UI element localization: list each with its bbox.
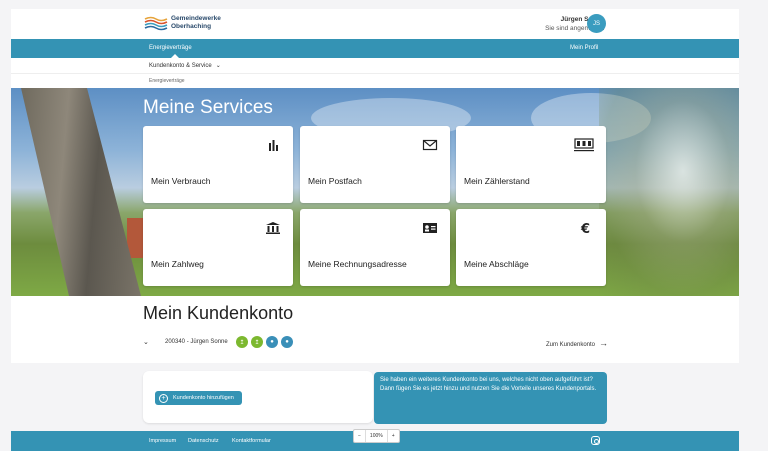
electricity-icon: ↥ [236,336,248,348]
nav-item-energievertraege[interactable]: Energieverträge [149,45,192,51]
bank-icon [266,222,280,234]
service-dropdown[interactable]: Kundenkonto & Service ⌄ [149,62,221,69]
zoom-control: − 100% + [353,429,400,443]
breadcrumb: Energieverträge [11,73,739,88]
go-to-account-label: Zum Kundenkonto [545,342,595,348]
account-section: Mein Kundenkonto ⌄ 200340 - Jürgen Sonne… [11,296,739,363]
water-drop-icon: ● [266,336,278,348]
account-row[interactable]: ⌄ 200340 - Jürgen Sonne ↥ ↥ ● ● Zum Kund… [143,336,608,350]
service-dropdown-label: Kundenkonto & Service [149,63,212,69]
service-card-label: Mein Zahlweg [151,259,204,269]
services-title: Meine Services [143,97,273,118]
add-account-button[interactable]: + Kundenkonto hinzufügen [155,391,242,405]
instagram-icon[interactable] [591,436,600,445]
zoom-out-button[interactable]: − [354,430,366,442]
electricity-icon: ↥ [251,336,263,348]
account-entry: 200340 - Jürgen Sonne [165,339,228,345]
sub-nav: Kundenkonto & Service ⌄ [11,58,739,73]
add-account-section: + Kundenkonto hinzufügen Sie haben ein w… [11,363,739,431]
bar-chart-icon [269,140,278,151]
brand-line-2: Oberhaching [171,23,212,30]
utility-icons: ↥ ↥ ● ● [236,336,293,348]
service-card-abschlaege[interactable]: € Meine Abschläge [456,209,606,286]
service-card-label: Mein Postfach [308,176,362,186]
mail-icon [422,139,438,151]
avatar[interactable]: JS [587,14,606,33]
service-card-postfach[interactable]: Mein Postfach [300,126,450,203]
nav-item-profile[interactable]: Mein Profil [570,45,598,51]
account-title: Mein Kundenkonto [143,303,294,323]
footer-link-impressum[interactable]: Impressum [149,438,176,444]
arrow-right-icon: → [599,338,608,348]
service-card-label: Meine Rechnungsadresse [308,259,407,269]
service-card-zahlweg[interactable]: Mein Zahlweg [143,209,293,286]
service-card-label: Mein Zählerstand [464,176,530,186]
meter-icon [574,138,594,152]
go-to-account-link[interactable]: Zum Kundenkonto → [546,338,608,348]
plus-icon: + [159,393,168,403]
service-card-label: Mein Verbrauch [151,176,211,186]
footer-link-kontaktformular[interactable]: Kontaktformular [232,438,271,444]
services-hero: Meine Services Mein Verbrauch Mein Postf… [11,88,739,296]
header: Gemeindewerke Oberhaching Jürgen Sonne S… [11,9,739,39]
background-tree-trunk [21,88,141,296]
background-trees [599,88,739,296]
chevron-down-icon[interactable]: ⌄ [143,338,149,346]
service-card-label: Meine Abschläge [464,259,529,269]
chevron-down-icon: ⌄ [215,63,221,69]
zoom-in-button[interactable]: + [386,430,399,442]
main-nav: Energieverträge Mein Profil [11,39,739,58]
service-card-verbrauch[interactable]: Mein Verbrauch [143,126,293,203]
add-account-info: Sie haben ein weiteres Kundenkonto bei u… [374,372,607,424]
breadcrumb-item[interactable]: Energieverträge [149,78,185,84]
brand-line-1: Gemeindewerke [171,15,221,22]
add-account-box: + Kundenkonto hinzufügen [143,371,373,423]
service-card-rechnungsadresse[interactable]: Meine Rechnungsadresse [300,209,450,286]
zoom-level: 100% [369,433,383,439]
brand-logo[interactable]: Gemeindewerke Oberhaching [144,15,221,31]
add-account-label: Kundenkonto hinzufügen [173,395,234,401]
service-card-zaehlerstand[interactable]: Mein Zählerstand [456,126,606,203]
water-drop-icon: ● [281,336,293,348]
address-card-icon [423,223,437,233]
waves-logo-icon [144,16,168,31]
euro-icon: € [580,222,590,235]
footer-link-datenschutz[interactable]: Datenschutz [188,438,219,444]
svg-text:€: € [580,222,590,235]
portal-page: Gemeindewerke Oberhaching Jürgen Sonne S… [11,9,739,451]
